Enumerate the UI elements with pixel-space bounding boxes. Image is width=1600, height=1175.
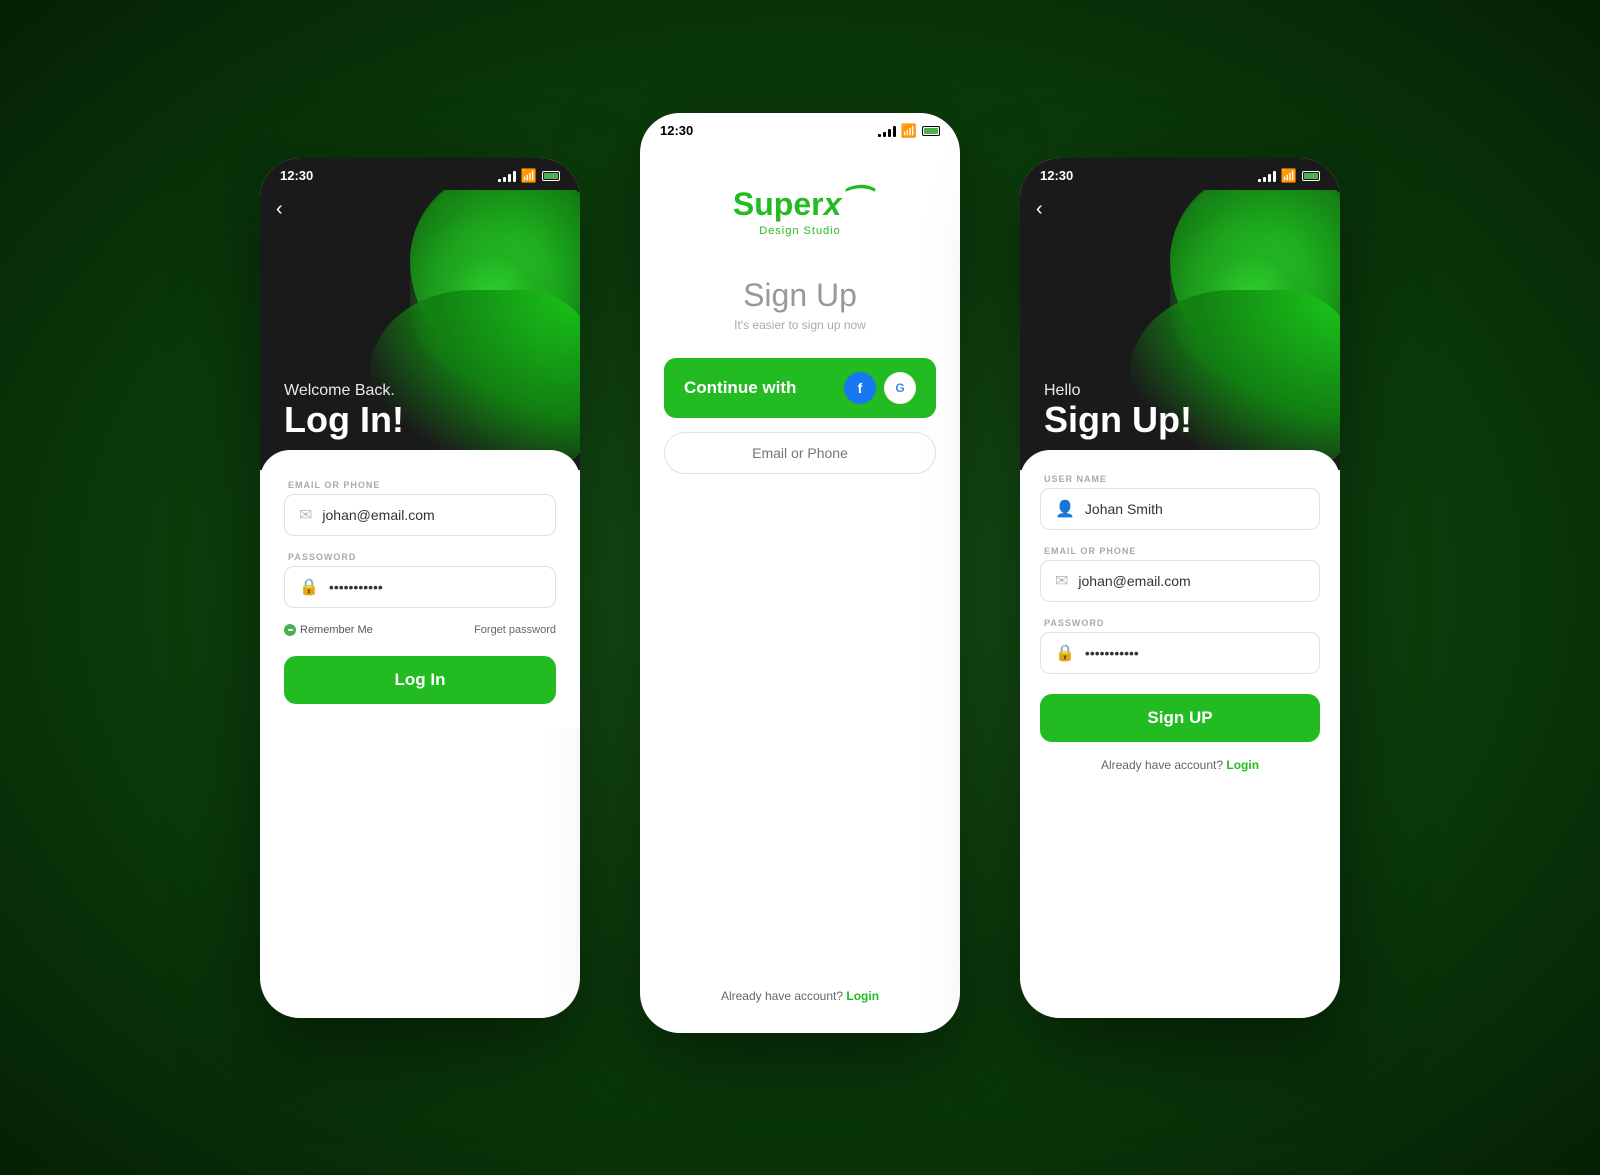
phone-signup-center: 12:30 📶 Superx⁀ Design Studio Sign Up It… <box>640 113 960 1033</box>
login-button[interactable]: Log In <box>284 656 556 704</box>
continue-with-button[interactable]: Continue with f G <box>664 358 936 418</box>
password-input-right[interactable] <box>1085 645 1305 661</box>
email-group: EMAIL OR PHONE ✉ <box>284 480 556 536</box>
status-icons-center: 📶 <box>878 123 940 139</box>
status-bar-center: 12:30 📶 <box>640 113 960 145</box>
email-icon-right: ✉ <box>1055 571 1068 591</box>
password-icon-right: 🔒 <box>1055 643 1075 663</box>
battery-icon-right <box>1302 171 1320 181</box>
password-icon: 🔒 <box>299 577 319 597</box>
time-center: 12:30 <box>660 123 693 138</box>
signup-header: ‹ Hello Sign Up! <box>1020 190 1340 470</box>
password-group-right: PASSWORD 🔒 <box>1040 618 1320 674</box>
email-input-field-right[interactable]: ✉ <box>1040 560 1320 602</box>
email-label: EMAIL OR PHONE <box>284 480 556 490</box>
login-header: ‹ Welcome Back. Log In! <box>260 190 580 470</box>
password-input-field-right[interactable]: 🔒 <box>1040 632 1320 674</box>
battery-icon-center <box>922 126 940 136</box>
facebook-icon[interactable]: f <box>844 372 876 404</box>
logo: Superx⁀ <box>664 185 936 223</box>
signup-content: USER NAME 👤 EMAIL OR PHONE ✉ PASSWORD 🔒 … <box>1020 450 1340 796</box>
username-input-field[interactable]: 👤 <box>1040 488 1320 530</box>
wifi-icon: 📶 <box>521 168 537 184</box>
already-account-right: Already have account? Login <box>1040 758 1320 772</box>
signup-hello: Hello <box>1044 382 1192 400</box>
wifi-icon-right: 📶 <box>1281 168 1297 184</box>
phone-login: 12:30 📶 ‹ Welcome Back. Log In! <box>260 158 580 1018</box>
password-group: PASSOWORD 🔒 <box>284 552 556 608</box>
username-label: USER NAME <box>1040 474 1320 484</box>
status-bar-left: 12:30 📶 <box>260 158 580 190</box>
login-content: EMAIL OR PHONE ✉ PASSOWORD 🔒 Remember Me… <box>260 450 580 728</box>
status-bar-right: 12:30 📶 <box>1020 158 1340 190</box>
signup-button-area: Sign UP <box>1040 694 1320 742</box>
logo-area: Superx⁀ Design Studio <box>640 145 960 257</box>
battery-icon <box>542 171 560 181</box>
password-label-right: PASSWORD <box>1040 618 1320 628</box>
green-blob-3 <box>370 290 580 470</box>
remember-dot <box>284 624 296 636</box>
username-group: USER NAME 👤 <box>1040 474 1320 530</box>
remember-label: Remember Me <box>300 624 373 636</box>
login-link-center[interactable]: Login <box>846 989 879 1003</box>
username-icon: 👤 <box>1055 499 1075 519</box>
logo-text: Super <box>733 186 824 222</box>
email-phone-input[interactable] <box>664 432 936 474</box>
signal-icon-right <box>1258 170 1276 182</box>
login-title: Log In! <box>284 400 404 440</box>
time-right: 12:30 <box>1040 168 1073 183</box>
signup-title-right: Sign Up! <box>1044 400 1192 440</box>
forget-password-link[interactable]: Forget password <box>474 624 556 636</box>
signup-subtitle: It's easier to sign up now <box>664 318 936 332</box>
logo-x: x⁀ <box>824 186 868 222</box>
signup-title-area: Sign Up It's easier to sign up now <box>640 257 960 342</box>
status-icons-right: 📶 <box>1258 168 1320 184</box>
social-icons: f G <box>844 372 916 404</box>
phone-signup-right: 12:30 📶 ‹ Hello Sign Up! <box>1020 158 1340 1018</box>
remember-me[interactable]: Remember Me <box>284 624 373 636</box>
back-button-right[interactable]: ‹ <box>1036 198 1043 221</box>
continue-label: Continue with <box>684 378 796 398</box>
green-blob-r3 <box>1130 290 1340 470</box>
status-icons-left: 📶 <box>498 168 560 184</box>
email-label-right: EMAIL OR PHONE <box>1040 546 1320 556</box>
password-label: PASSOWORD <box>284 552 556 562</box>
google-icon[interactable]: G <box>884 372 916 404</box>
wifi-icon-center: 📶 <box>901 123 917 139</box>
back-button-left[interactable]: ‹ <box>276 198 283 221</box>
signup-header-text: Hello Sign Up! <box>1044 382 1192 440</box>
email-input[interactable] <box>322 507 541 523</box>
username-input[interactable] <box>1085 501 1305 517</box>
already-have-account: Already have account? Login <box>640 989 960 1003</box>
signup-main-title: Sign Up <box>664 277 936 314</box>
center-form: Continue with f G Already have account? … <box>640 342 960 1033</box>
login-header-text: Welcome Back. Log In! <box>284 382 404 440</box>
remember-row: Remember Me Forget password <box>284 624 556 636</box>
email-icon: ✉ <box>299 505 312 525</box>
signal-icon-center <box>878 125 896 137</box>
login-subtitle: Welcome Back. <box>284 382 404 400</box>
email-input-right[interactable] <box>1078 573 1305 589</box>
password-input-field[interactable]: 🔒 <box>284 566 556 608</box>
logo-subtitle: Design Studio <box>664 225 936 237</box>
email-group-right: EMAIL OR PHONE ✉ <box>1040 546 1320 602</box>
email-input-field[interactable]: ✉ <box>284 494 556 536</box>
time-left: 12:30 <box>280 168 313 183</box>
password-input[interactable] <box>329 579 541 595</box>
login-link-right[interactable]: Login <box>1226 758 1259 772</box>
signal-icon <box>498 170 516 182</box>
signup-button[interactable]: Sign UP <box>1040 694 1320 742</box>
